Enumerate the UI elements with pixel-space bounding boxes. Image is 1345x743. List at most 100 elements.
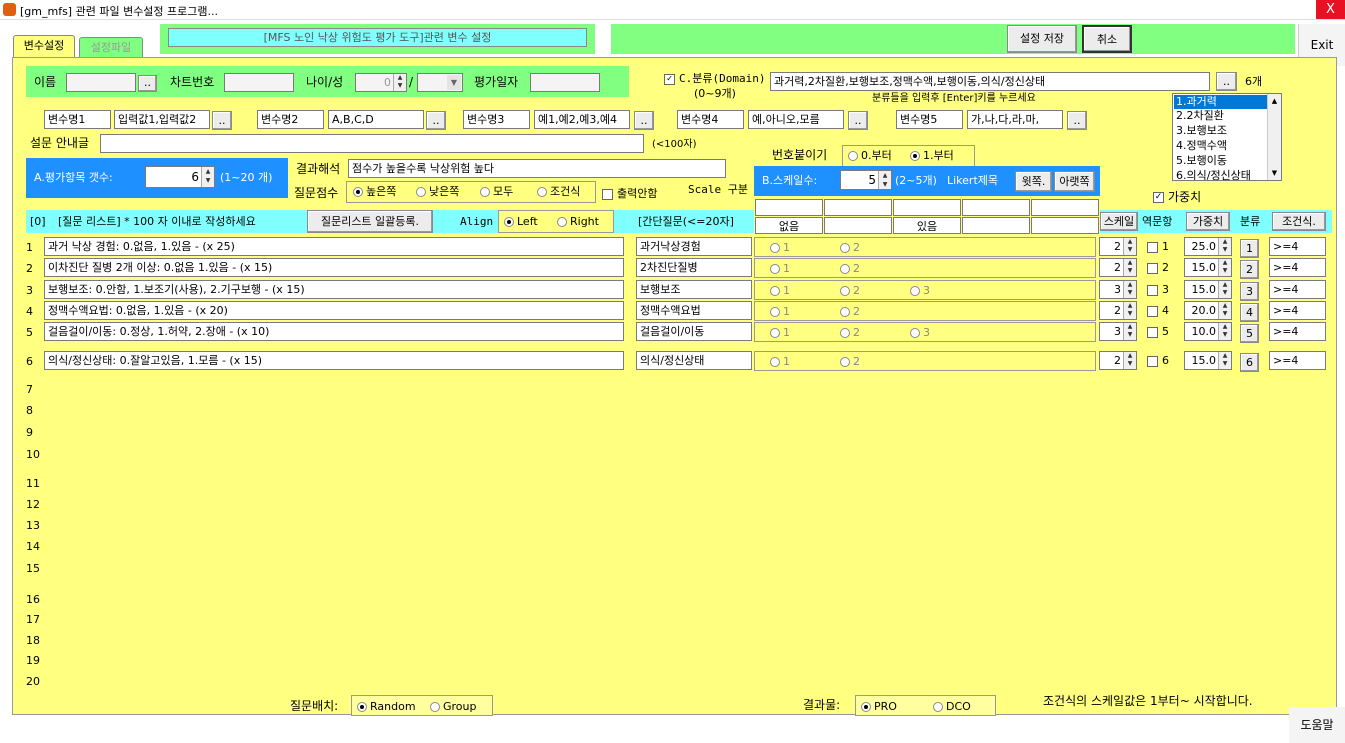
condition-column-button[interactable]: 조건식. xyxy=(1272,212,1326,231)
scale-column-header[interactable]: 스케일 xyxy=(1100,212,1138,231)
stepper-arrows-icon[interactable]: ▲ ▼ xyxy=(1123,302,1136,319)
checkbox-icon[interactable] xyxy=(1147,326,1158,338)
category-button[interactable]: 5 xyxy=(1240,324,1259,343)
checkbox-icon[interactable] xyxy=(1147,284,1158,296)
radio-icon[interactable] xyxy=(840,286,850,296)
sex-select[interactable]: ▼ xyxy=(417,73,463,92)
condition-input[interactable]: >=4 xyxy=(1269,258,1326,277)
condition-input[interactable]: >=4 xyxy=(1269,351,1326,370)
scale-option[interactable]: 2 xyxy=(840,240,860,256)
score-option-both[interactable]: 모두 xyxy=(480,184,513,200)
question-text-input[interactable]: 걸음걸이/이동: 0.정상, 1.허약, 2.장애 - (x 10) xyxy=(44,322,624,341)
survey-guide-input[interactable] xyxy=(100,134,644,153)
score-option-low[interactable]: 낮은쪽 xyxy=(416,184,459,200)
scale-option[interactable]: 1 xyxy=(770,240,790,256)
radio-icon[interactable] xyxy=(537,187,547,197)
short-question-input[interactable]: 정맥수액요법 xyxy=(636,301,752,320)
reverse-checkbox[interactable]: 5 xyxy=(1147,324,1169,340)
radio-icon[interactable] xyxy=(840,243,850,253)
score-option-high[interactable]: 높은쪽 xyxy=(353,184,396,200)
reverse-checkbox[interactable]: 6 xyxy=(1147,353,1169,369)
result-interpretation-input[interactable]: 점수가 높을수록 낙상위험 높다 xyxy=(348,159,726,178)
output-pro-option[interactable]: PRO xyxy=(861,699,897,715)
variable-edit-button-4[interactable]: .. xyxy=(848,111,868,130)
condition-input[interactable]: >=4 xyxy=(1269,301,1326,320)
stepper-arrows-icon[interactable]: ▲ ▼ xyxy=(1123,281,1136,298)
scale-option[interactable]: 2 xyxy=(840,283,860,299)
variable-name-1[interactable]: 변수명1 xyxy=(44,110,111,129)
stepper-arrows-icon[interactable]: ▲ ▼ xyxy=(1218,302,1231,319)
radio-icon[interactable] xyxy=(840,307,850,317)
stepper-arrows-icon[interactable]: ▲ ▼ xyxy=(1123,323,1136,340)
lower-button[interactable]: 아랫쪽 xyxy=(1054,171,1095,192)
list-item[interactable]: 5.보행이동 xyxy=(1174,153,1227,168)
variable-edit-button-3[interactable]: .. xyxy=(634,111,654,130)
checkmark-icon[interactable]: ✓ xyxy=(1153,192,1164,203)
weight-column-button[interactable]: 가중치 xyxy=(1186,212,1230,231)
short-question-input[interactable]: 걸음걸이/이동 xyxy=(636,322,752,341)
scale-option[interactable]: 2 xyxy=(840,325,860,341)
reverse-checkbox[interactable]: 1 xyxy=(1147,239,1169,255)
scale-option[interactable]: 2 xyxy=(840,354,860,370)
variable-value-4[interactable]: 예,아니오,모름 xyxy=(748,110,844,129)
stepper-arrows-icon[interactable]: ▲ ▼ xyxy=(878,171,891,189)
stepper-arrows-icon[interactable]: ▲ ▼ xyxy=(1123,238,1136,255)
condition-input[interactable]: >=4 xyxy=(1269,280,1326,299)
variable-name-5[interactable]: 변수명5 xyxy=(896,110,963,129)
save-settings-button[interactable]: 설정 저장 xyxy=(1007,25,1077,53)
weight-stepper[interactable]: 20.0 ▲ ▼ xyxy=(1184,301,1232,320)
short-question-input[interactable]: 의식/정신상태 xyxy=(636,351,752,370)
radio-icon[interactable] xyxy=(910,328,920,338)
radio-icon[interactable] xyxy=(557,217,567,227)
variable-name-2[interactable]: 변수명2 xyxy=(257,110,324,129)
likert-title-top-4[interactable] xyxy=(962,199,1030,216)
scale-option[interactable]: 2 xyxy=(840,261,860,277)
radio-icon[interactable] xyxy=(480,187,490,197)
scale-option[interactable]: 1 xyxy=(770,325,790,341)
list-item[interactable]: 3.보행보조 xyxy=(1174,123,1227,138)
radio-selected-icon[interactable] xyxy=(504,217,514,227)
checkbox-icon[interactable] xyxy=(1147,241,1158,253)
variable-value-1[interactable]: 입력값1,입력값2 xyxy=(114,110,210,129)
short-question-input[interactable]: 과거낙상경험 xyxy=(636,237,752,256)
score-option-condition[interactable]: 조건식 xyxy=(537,184,580,200)
likert-title-top-1[interactable] xyxy=(755,199,823,216)
stepper-arrows-icon[interactable]: ▲ ▼ xyxy=(1218,238,1231,255)
radio-icon[interactable] xyxy=(770,286,780,296)
chart-number-input[interactable] xyxy=(224,73,294,92)
radio-icon[interactable] xyxy=(416,187,426,197)
likert-title-top-2[interactable] xyxy=(824,199,892,216)
scale-stepper[interactable]: 3 ▲ ▼ xyxy=(1099,322,1137,341)
question-text-input[interactable]: 의식/정신상태: 0.잘알고있음, 1.모름 - (x 15) xyxy=(44,351,624,370)
close-button[interactable]: X xyxy=(1316,0,1345,19)
likert-title-bottom-5[interactable] xyxy=(1031,217,1099,234)
name-input[interactable] xyxy=(66,73,136,92)
variable-edit-button-1[interactable]: .. xyxy=(212,111,232,130)
scale-option[interactable]: 1 xyxy=(770,354,790,370)
radio-icon[interactable] xyxy=(840,357,850,367)
weight-checkbox[interactable]: ✓ 가중치 xyxy=(1153,189,1201,205)
variable-name-3[interactable]: 변수명3 xyxy=(463,110,530,129)
condition-input[interactable]: >=4 xyxy=(1269,237,1326,256)
tab-variable-settings[interactable]: 변수설정 xyxy=(13,35,75,57)
stepper-arrows-icon[interactable]: ▲ ▼ xyxy=(1123,352,1136,369)
category-button[interactable]: 2 xyxy=(1240,260,1259,279)
list-item[interactable]: 1.과거력 xyxy=(1174,95,1267,109)
likert-title-top-5[interactable] xyxy=(1031,199,1099,216)
question-text-input[interactable]: 이차진단 질병 2개 이상: 0.없음 1.있음 - (x 15) xyxy=(44,258,624,277)
scale-option[interactable]: 3 xyxy=(910,325,930,341)
radio-selected-icon[interactable] xyxy=(910,151,920,161)
radio-selected-icon[interactable] xyxy=(357,702,367,712)
likert-title-top-3[interactable] xyxy=(893,199,961,216)
list-item[interactable]: 4.정맥수액 xyxy=(1174,138,1227,153)
weight-stepper[interactable]: 15.0 ▲ ▼ xyxy=(1184,351,1232,370)
checkbox-icon[interactable] xyxy=(602,188,613,200)
stepper-arrows-icon[interactable]: ▲ ▼ xyxy=(1218,259,1231,276)
radio-icon[interactable] xyxy=(840,328,850,338)
variable-edit-button-2[interactable]: .. xyxy=(426,111,446,130)
stepper-arrows-icon[interactable]: ▲ ▼ xyxy=(1123,259,1136,276)
scale-option[interactable]: 3 xyxy=(910,283,930,299)
domain-input[interactable]: 과거력,2차질환,보행보조,정맥수액,보행이동,의식/정신상태 xyxy=(770,72,1210,91)
radio-icon[interactable] xyxy=(933,702,943,712)
category-button[interactable]: 6 xyxy=(1240,353,1259,372)
